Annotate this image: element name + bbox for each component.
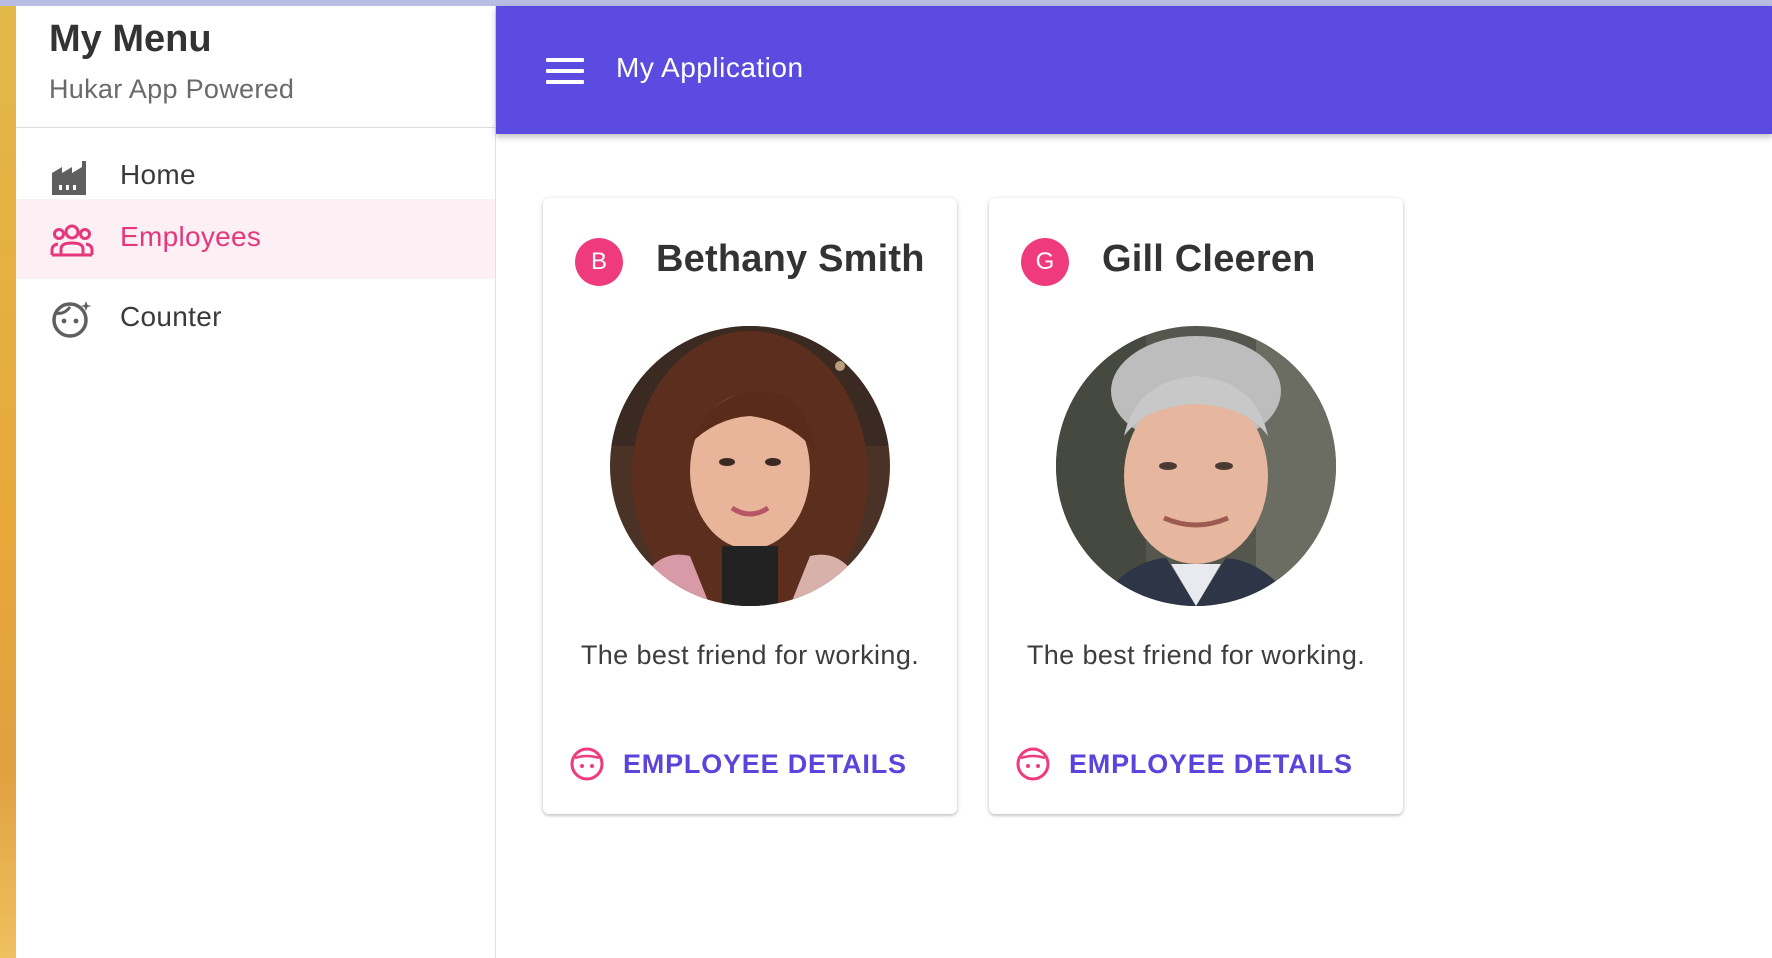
sidebar-item-employees[interactable]: Employees xyxy=(16,199,495,279)
employee-description: The best friend for working. xyxy=(1026,640,1366,670)
sidebar-title: My Menu xyxy=(49,18,212,60)
sidebar: My Menu Hukar App Powered Home Employees… xyxy=(16,6,496,958)
employee-photo xyxy=(610,326,890,606)
desktop-background-strip xyxy=(0,0,16,958)
employee-description: The best friend for working. xyxy=(580,640,920,670)
app-bar: My Application xyxy=(496,6,1772,134)
face-icon xyxy=(1016,747,1050,781)
employee-card: G Gill Cleeren The best friend for worki… xyxy=(989,198,1403,814)
face-icon xyxy=(570,747,604,781)
employee-card: B Bethany Smith The best friend for work… xyxy=(543,198,957,814)
app-title: My Application xyxy=(616,52,804,83)
sidebar-item-label: Home xyxy=(120,159,196,190)
employee-name: Gill Cleeren xyxy=(1102,238,1316,280)
employee-details-label: EMPLOYEE DETAILS xyxy=(623,748,907,779)
hamburger-menu-icon[interactable] xyxy=(546,58,584,84)
employee-name: Bethany Smith xyxy=(656,238,925,280)
sidebar-item-label: Counter xyxy=(120,301,222,332)
sidebar-subtitle: Hukar App Powered xyxy=(49,74,295,104)
employee-details-button[interactable]: EMPLOYEE DETAILS xyxy=(569,742,907,786)
avatar: B xyxy=(575,238,623,286)
employee-photo xyxy=(1056,326,1336,606)
sidebar-header: My Menu Hukar App Powered xyxy=(16,6,495,128)
face-icon xyxy=(52,301,92,338)
employee-details-button[interactable]: EMPLOYEE DETAILS xyxy=(1015,742,1353,786)
sidebar-item-counter[interactable]: Counter xyxy=(16,279,495,359)
sidebar-item-label: Employees xyxy=(120,221,262,252)
factory-icon xyxy=(52,161,86,195)
app-root: My Menu Hukar App Powered Home Employees… xyxy=(0,0,1772,958)
employee-details-label: EMPLOYEE DETAILS xyxy=(1069,748,1353,779)
avatar: G xyxy=(1021,238,1069,286)
people-icon xyxy=(50,224,94,257)
